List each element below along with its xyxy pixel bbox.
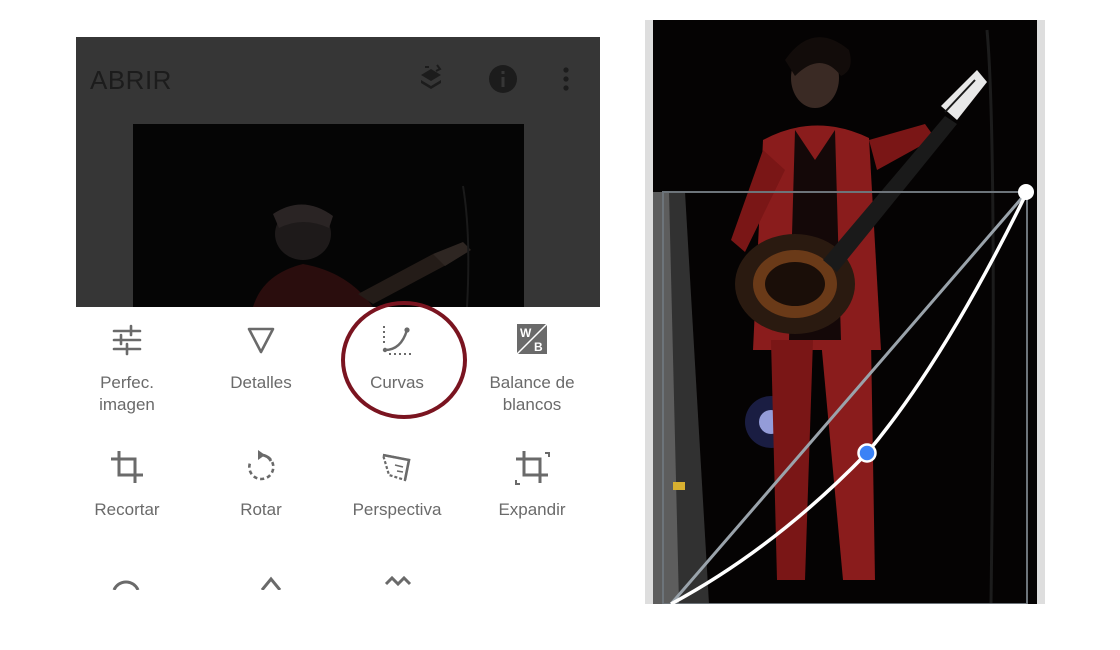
layers-swap-icon[interactable] xyxy=(415,63,447,95)
tool-rotar[interactable]: Rotar xyxy=(198,447,324,521)
rotate-icon xyxy=(241,447,281,487)
info-icon[interactable] xyxy=(487,63,519,95)
tool-perfec-imagen[interactable]: Perfec. imagen xyxy=(76,320,190,416)
white-balance-icon: W B xyxy=(512,320,552,360)
tool-recortar[interactable]: Recortar xyxy=(76,447,190,521)
triangle-details-icon xyxy=(241,320,281,360)
svg-text:B: B xyxy=(534,340,543,354)
image-preview xyxy=(133,124,524,307)
more-vert-icon[interactable] xyxy=(550,63,582,95)
crop-icon xyxy=(107,447,147,487)
curve-control-point[interactable] xyxy=(857,443,877,463)
perspective-icon xyxy=(377,447,417,487)
curvas-highlight-circle xyxy=(341,301,467,419)
tool-detalles[interactable]: Detalles xyxy=(198,320,324,394)
open-button[interactable]: ABRIR xyxy=(90,65,172,96)
svg-text:W: W xyxy=(520,326,532,340)
tune-sliders-icon xyxy=(107,320,147,360)
tools-row-cut-off xyxy=(76,572,600,590)
tools-screen: ABRIR Perfec. imagen Detalles Curvas W B… xyxy=(76,37,600,590)
expand-icon xyxy=(512,447,552,487)
dimmed-header: ABRIR xyxy=(76,37,600,307)
curves-editor xyxy=(645,20,1045,604)
tool-expandir[interactable]: Expandir xyxy=(469,447,595,521)
tool-balance-de-blancos[interactable]: W B Balance de blancos xyxy=(469,320,595,416)
curve-endpoint-white[interactable] xyxy=(1018,184,1034,200)
tool-perspectiva[interactable]: Perspectiva xyxy=(334,447,460,521)
